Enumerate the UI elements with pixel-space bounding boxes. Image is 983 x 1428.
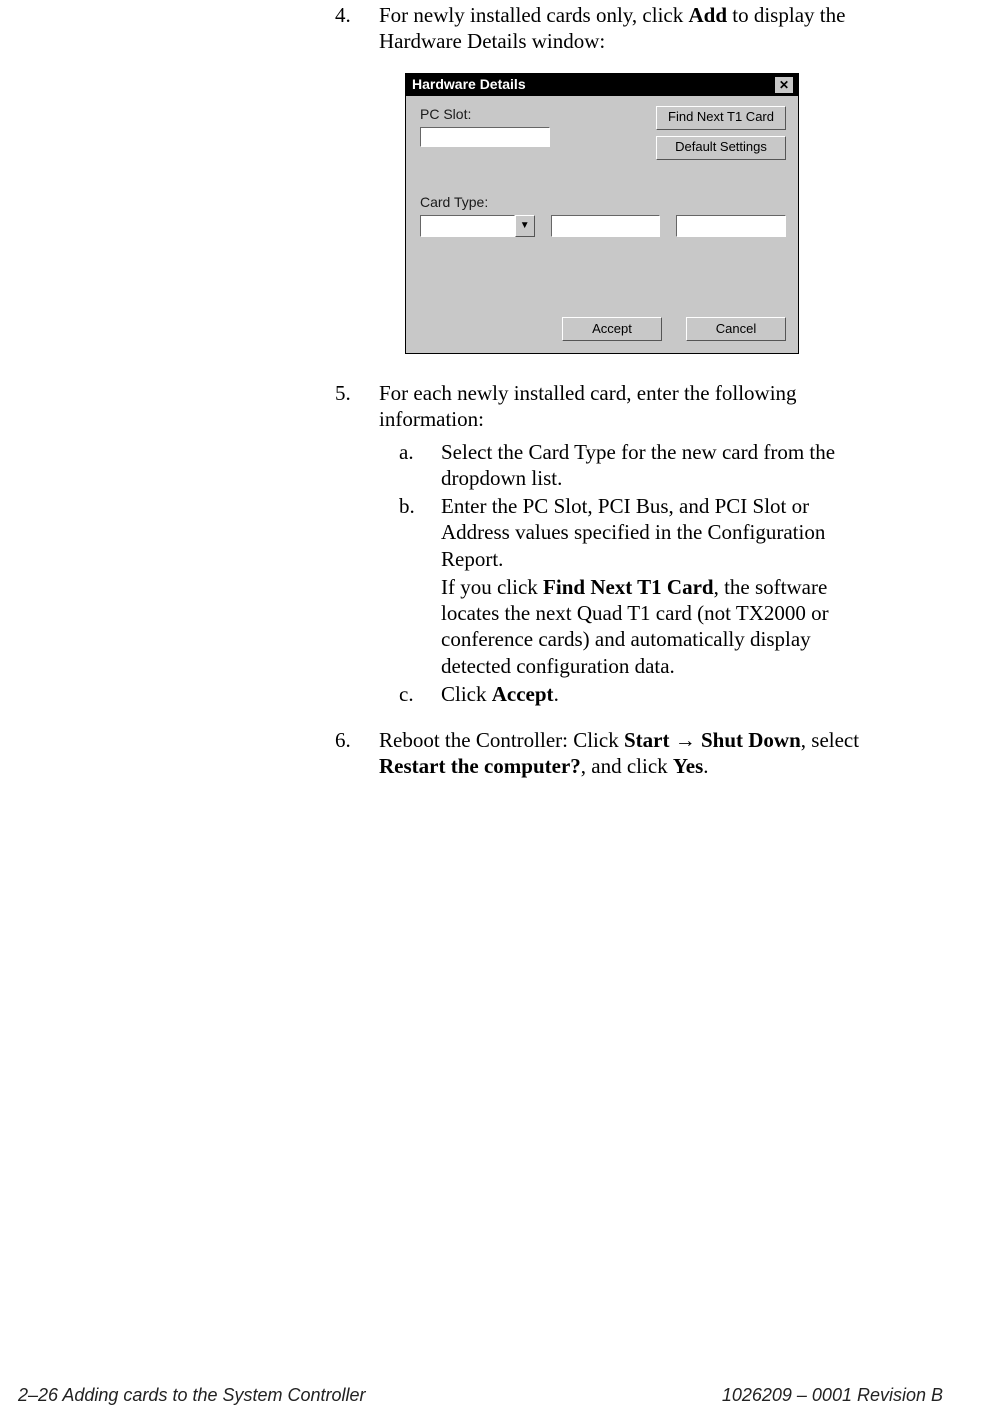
page: 4. For newly installed cards only, click… [0, 0, 983, 1428]
bold-accept: Accept [492, 682, 554, 706]
dialog-titlebar: Hardware Details ✕ [406, 74, 798, 96]
step-5: 5. For each newly installed card, enter … [335, 380, 873, 707]
pc-slot-label: PC Slot: [420, 106, 580, 124]
step-5c-mark: c. [379, 681, 441, 707]
bold-find-next: Find Next T1 Card [543, 575, 714, 599]
step-5-number: 5. [335, 380, 379, 707]
step-5b-line1: Enter the PC Slot, PCI Bus, and PCI Slot… [441, 493, 873, 572]
step-5-body: For each newly installed card, enter the… [379, 380, 873, 707]
aux-input-1[interactable] [551, 215, 661, 237]
bold-start: Start [624, 728, 670, 752]
card-type-select[interactable]: ▼ [420, 215, 535, 237]
pc-slot-input[interactable] [420, 127, 550, 147]
step-5c-body: Click Accept. [441, 681, 873, 707]
step-5-intro: For each newly installed card, enter the… [379, 380, 873, 433]
close-button[interactable]: ✕ [774, 76, 794, 94]
step-5a-text: Select the Card Type for the new card fr… [441, 439, 873, 492]
step-5b-body: Enter the PC Slot, PCI Bus, and PCI Slot… [441, 493, 873, 679]
step-5a: a. Select the Card Type for the new card… [379, 439, 873, 492]
aux-input-2[interactable] [676, 215, 786, 237]
default-settings-button[interactable]: Default Settings [656, 136, 786, 160]
step-4-number: 4. [335, 2, 379, 55]
cancel-button[interactable]: Cancel [686, 317, 786, 341]
step-4-text-a: For newly installed cards only, click [379, 3, 688, 27]
footer-left: 2–26 Adding cards to the System Controll… [18, 1384, 366, 1407]
content-column: 4. For newly installed cards only, click… [335, 0, 873, 780]
hardware-details-dialog: Hardware Details ✕ PC Slot: Find Next T1… [405, 73, 799, 355]
bold-yes: Yes [673, 754, 703, 778]
accept-button[interactable]: Accept [562, 317, 662, 341]
step-6-number: 6. [335, 727, 379, 780]
step-5b-mark: b. [379, 493, 441, 679]
card-type-label: Card Type: [420, 194, 786, 212]
dialog-figure: Hardware Details ✕ PC Slot: Find Next T1… [405, 73, 873, 355]
page-footer: 2–26 Adding cards to the System Controll… [18, 1384, 943, 1407]
close-icon: ✕ [779, 79, 789, 91]
step-6: 6. Reboot the Controller: Click Start → … [335, 727, 873, 780]
bold-restart: Restart the computer? [379, 754, 581, 778]
step-5a-mark: a. [379, 439, 441, 492]
card-type-value [420, 215, 515, 237]
step-5b-line2: If you click Find Next T1 Card, the soft… [441, 574, 873, 679]
dialog-body: PC Slot: Find Next T1 Card Default Setti… [406, 96, 798, 354]
chevron-down-icon: ▼ [515, 215, 535, 237]
step-6-body: Reboot the Controller: Click Start → Shu… [379, 727, 873, 780]
dialog-title-text: Hardware Details [412, 76, 526, 94]
step-4: 4. For newly installed cards only, click… [335, 2, 873, 55]
bold-shutdown: Shut Down [701, 728, 801, 752]
step-5c: c. Click Accept. [379, 681, 873, 707]
find-next-t1-card-button[interactable]: Find Next T1 Card [656, 106, 786, 130]
step-4-body: For newly installed cards only, click Ad… [379, 2, 873, 55]
bold-add: Add [688, 3, 727, 27]
footer-right: 1026209 – 0001 Revision B [722, 1384, 943, 1407]
step-5b: b. Enter the PC Slot, PCI Bus, and PCI S… [379, 493, 873, 679]
